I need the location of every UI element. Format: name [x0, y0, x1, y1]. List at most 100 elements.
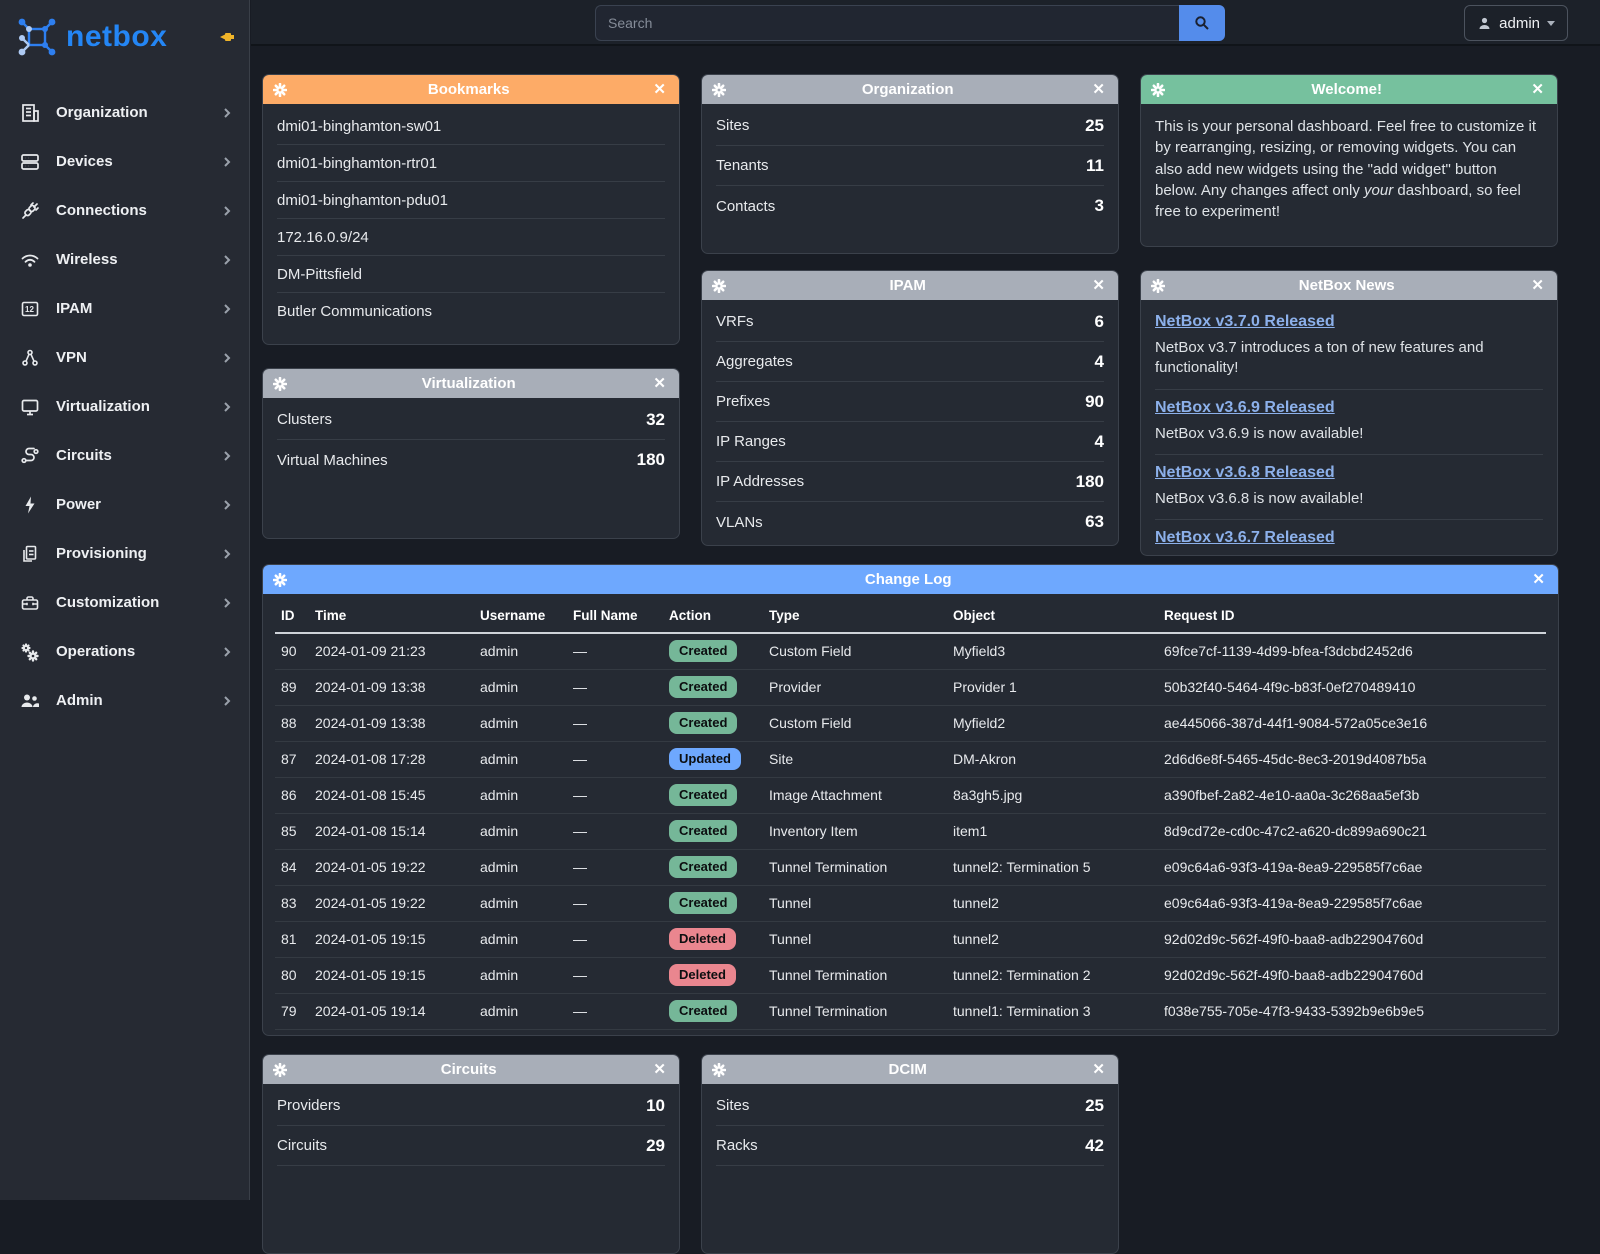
sidebar-item-devices[interactable]: Devices: [0, 137, 249, 186]
search-input[interactable]: [595, 5, 1179, 41]
change-request-id-link[interactable]: 69fce7cf-1139-4d99-bfea-f3dcbd2452d6: [1158, 633, 1546, 669]
stat-label-link[interactable]: Providers: [277, 1097, 340, 1114]
widget-config-gear-icon[interactable]: [273, 83, 287, 97]
change-id-link[interactable]: 90: [275, 633, 309, 669]
change-request-id-link[interactable]: e09c64a6-93f3-419a-8ea9-229585f7c6ae: [1158, 885, 1546, 921]
sidebar-item-organization[interactable]: Organization: [0, 88, 249, 137]
change-time-link[interactable]: 2024-01-08 15:14: [309, 813, 474, 849]
widget-config-gear-icon[interactable]: [1151, 279, 1165, 293]
change-object[interactable]: Myfield2: [947, 705, 1158, 741]
stat-label-link[interactable]: Circuits: [277, 1137, 327, 1154]
search-button[interactable]: [1179, 5, 1225, 41]
widget-close-icon[interactable]: ✕: [1529, 571, 1548, 588]
sidebar-item-admin[interactable]: Admin: [0, 676, 249, 725]
sidebar-item-circuits[interactable]: Circuits: [0, 431, 249, 480]
change-object[interactable]: Myfield3: [947, 633, 1158, 669]
widget-config-gear-icon[interactable]: [1151, 83, 1165, 97]
change-time-link[interactable]: 2024-01-05 19:14: [309, 993, 474, 1029]
news-headline-link[interactable]: NetBox v3.6.7 Released: [1155, 529, 1543, 547]
sidebar-item-provisioning[interactable]: Provisioning: [0, 529, 249, 578]
change-id-link[interactable]: 84: [275, 849, 309, 885]
change-request-id-link[interactable]: f038e755-705e-47f3-9433-5392b9e6b9e5: [1158, 993, 1546, 1029]
sidebar-item-wireless[interactable]: Wireless: [0, 235, 249, 284]
sidebar-item-virtualization[interactable]: Virtualization: [0, 382, 249, 431]
stat-label-link[interactable]: Racks: [716, 1137, 758, 1154]
widget-close-icon[interactable]: ✕: [1089, 277, 1108, 294]
widget-close-icon[interactable]: ✕: [650, 81, 669, 98]
change-id-link[interactable]: 85: [275, 813, 309, 849]
widget-close-icon[interactable]: ✕: [650, 1061, 669, 1078]
news-headline-link[interactable]: NetBox v3.7.0 Released: [1155, 313, 1543, 331]
stat-label-link[interactable]: Prefixes: [716, 393, 770, 410]
change-request-id-link[interactable]: 92d02d9c-562f-49f0-baa8-adb22904760d: [1158, 957, 1546, 993]
widget-config-gear-icon[interactable]: [273, 1063, 287, 1077]
change-time-link[interactable]: 2024-01-05 19:15: [309, 921, 474, 957]
sidebar-pin-icon[interactable]: [219, 30, 235, 44]
change-id-link[interactable]: 81: [275, 921, 309, 957]
news-headline-link[interactable]: NetBox v3.6.9 Released: [1155, 399, 1543, 417]
change-time-link[interactable]: 2024-01-09 13:38: [309, 669, 474, 705]
change-object[interactable]: tunnel1: Termination 3: [947, 993, 1158, 1029]
stat-label-link[interactable]: Clusters: [277, 411, 332, 428]
change-object[interactable]: DM-Akron: [947, 741, 1158, 777]
bookmark-link[interactable]: 172.16.0.9/24: [277, 219, 665, 256]
widget-config-gear-icon[interactable]: [712, 1063, 726, 1077]
change-request-id-link[interactable]: a390fbef-2a82-4e10-aa0a-3c268aa5ef3b: [1158, 777, 1546, 813]
stat-label-link[interactable]: IP Addresses: [716, 473, 804, 490]
widget-config-gear-icon[interactable]: [712, 83, 726, 97]
sidebar-item-customization[interactable]: Customization: [0, 578, 249, 627]
widget-close-icon[interactable]: ✕: [650, 375, 669, 392]
change-object[interactable]: item1: [947, 813, 1158, 849]
change-id-link[interactable]: 87: [275, 741, 309, 777]
change-request-id-link[interactable]: 50b32f40-5464-4f9c-b83f-0ef270489410: [1158, 669, 1546, 705]
sidebar-item-power[interactable]: Power: [0, 480, 249, 529]
change-id-link[interactable]: 89: [275, 669, 309, 705]
change-time-link[interactable]: 2024-01-08 17:28: [309, 741, 474, 777]
change-request-id-link[interactable]: e09c64a6-93f3-419a-8ea9-229585f7c6ae: [1158, 849, 1546, 885]
sidebar-item-ipam[interactable]: 12 IPAM: [0, 284, 249, 333]
change-time-link[interactable]: 2024-01-05 19:22: [309, 849, 474, 885]
bookmark-link[interactable]: dmi01-binghamton-pdu01: [277, 182, 665, 219]
widget-config-gear-icon[interactable]: [273, 573, 287, 587]
stat-label-link[interactable]: Sites: [716, 117, 749, 134]
user-menu-button[interactable]: admin: [1464, 5, 1568, 41]
change-request-id-link[interactable]: 2d6d6e8f-5465-45dc-8ec3-2019d4087b5a: [1158, 741, 1546, 777]
bookmark-link[interactable]: Butler Communications: [277, 293, 665, 330]
news-headline-link[interactable]: NetBox v3.6.8 Released: [1155, 464, 1543, 482]
stat-label-link[interactable]: VLANs: [716, 514, 763, 531]
sidebar-item-connections[interactable]: Connections: [0, 186, 249, 235]
change-id-link[interactable]: 86: [275, 777, 309, 813]
stat-label-link[interactable]: IP Ranges: [716, 433, 786, 450]
widget-config-gear-icon[interactable]: [273, 377, 287, 391]
stat-label-link[interactable]: Contacts: [716, 198, 775, 215]
netbox-logo[interactable]: netbox: [0, 0, 249, 70]
widget-close-icon[interactable]: ✕: [1528, 81, 1547, 98]
stat-label-link[interactable]: Aggregates: [716, 353, 793, 370]
stat-label-link[interactable]: Tenants: [716, 157, 769, 174]
stat-label-link[interactable]: Sites: [716, 1097, 749, 1114]
change-object[interactable]: Provider 1: [947, 669, 1158, 705]
sidebar-item-operations[interactable]: Operations: [0, 627, 249, 676]
change-id-link[interactable]: 88: [275, 705, 309, 741]
bookmark-link[interactable]: DM-Pittsfield: [277, 256, 665, 293]
change-time-link[interactable]: 2024-01-05 19:22: [309, 885, 474, 921]
change-id-link[interactable]: 79: [275, 993, 309, 1029]
change-object[interactable]: tunnel2: Termination 5: [947, 849, 1158, 885]
change-request-id-link[interactable]: 8d9cd72e-cd0c-47c2-a620-dc899a690c21: [1158, 813, 1546, 849]
bookmark-link[interactable]: dmi01-binghamton-rtr01: [277, 145, 665, 182]
stat-label-link[interactable]: VRFs: [716, 313, 754, 330]
widget-close-icon[interactable]: ✕: [1528, 277, 1547, 294]
change-id-link[interactable]: 80: [275, 957, 309, 993]
change-time-link[interactable]: 2024-01-09 21:23: [309, 633, 474, 669]
widget-config-gear-icon[interactable]: [712, 279, 726, 293]
change-time-link[interactable]: 2024-01-09 13:38: [309, 705, 474, 741]
change-time-link[interactable]: 2024-01-05 19:15: [309, 957, 474, 993]
sidebar-item-vpn[interactable]: VPN: [0, 333, 249, 382]
change-request-id-link[interactable]: ae445066-387d-44f1-9084-572a05ce3e16: [1158, 705, 1546, 741]
change-id-link[interactable]: 83: [275, 885, 309, 921]
widget-close-icon[interactable]: ✕: [1089, 81, 1108, 98]
change-object[interactable]: tunnel2: [947, 885, 1158, 921]
widget-close-icon[interactable]: ✕: [1089, 1061, 1108, 1078]
change-request-id-link[interactable]: 92d02d9c-562f-49f0-baa8-adb22904760d: [1158, 921, 1546, 957]
bookmark-link[interactable]: dmi01-binghamton-sw01: [277, 108, 665, 145]
